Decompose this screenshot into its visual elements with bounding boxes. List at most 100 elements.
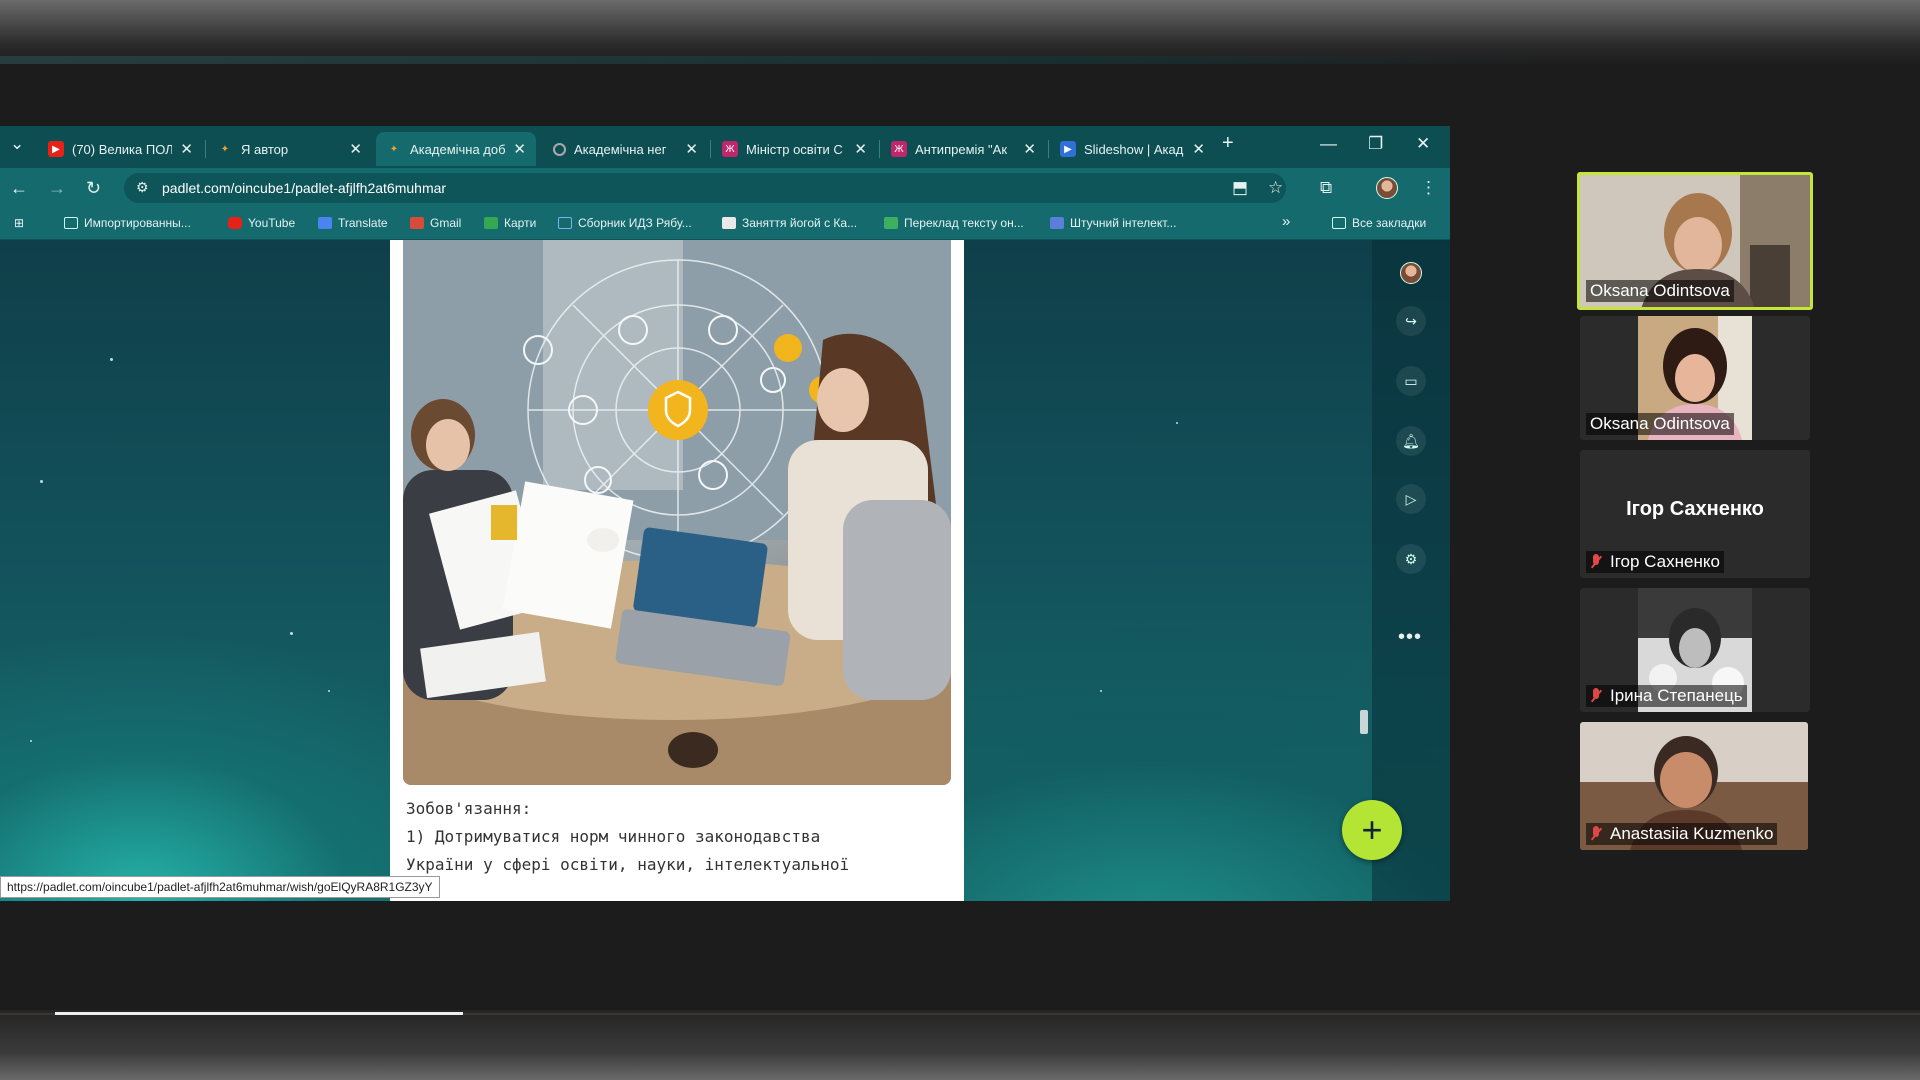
participant-tile[interactable]: Anastasiia Kuzmenko [1580,722,1808,850]
bookmark-label: Карти [504,216,537,230]
omnibox[interactable]: ⚙ padlet.com/oincube1/padlet-afjlfh2at6m… [124,173,1286,203]
all-bookmarks-label: Все закладки [1352,216,1427,230]
bookmark-maps[interactable]: Карти [484,216,536,230]
gmail-icon [410,217,424,229]
bottom-background [0,1010,1920,1080]
mk-icon: Ж [891,141,907,157]
screen: { "browser": { "tabs": [ {"title": "(70)… [0,0,1920,1080]
tab-bar: ⌄ ▶ (70) Велика ПОЛ ✕ ✦ Я автор ✕ ✦ Акад… [0,126,1450,168]
participant-tile-no-video[interactable]: Ігор Сахненко Ігор Сахненко [1580,450,1810,578]
user-avatar[interactable] [1400,262,1422,284]
bookmark-label: Сборник ИДЗ Рябу... [578,216,692,230]
play-icon: ▶ [1060,141,1076,157]
bookmark-star-icon[interactable]: ☆ [1268,178,1283,198]
muted-mic-icon [1590,688,1602,704]
bookmark-label: Штучний інтелект... [1070,216,1177,230]
minimize-icon[interactable]: — [1320,134,1337,154]
bookmark-ai[interactable]: Штучний інтелект... [1050,216,1176,230]
remake-icon[interactable]: ▭ [1396,366,1426,396]
bookmark-translate[interactable]: Translate [318,216,388,230]
name-label: Oksana Odintsova [1590,414,1730,433]
ai-icon [1050,217,1064,229]
more-options-icon[interactable]: ••• [1398,626,1422,649]
tab-1[interactable]: ✦ Я автор ✕ [207,132,372,166]
name-label: Ірина Степанець [1610,686,1743,705]
bookmark-collection[interactable]: Сборник ИДЗ Рябу... [558,216,692,230]
close-icon[interactable]: ✕ [1192,140,1205,158]
bookmark-label: Translate [338,216,388,230]
tab-search-icon[interactable]: ⌄ [10,134,24,154]
forward-icon[interactable]: → [48,178,66,199]
back-icon[interactable]: ← [10,178,28,199]
menu-icon[interactable]: ⋮ [1420,178,1437,198]
close-icon[interactable]: ✕ [1023,140,1036,158]
maps-icon [484,217,498,229]
star [290,632,293,635]
tab-3[interactable]: Академічна нег ✕ [543,132,708,166]
spark-icon: ✦ [389,143,399,155]
doc-icon [558,217,572,229]
close-icon[interactable]: ✕ [513,140,526,158]
folder-icon [1332,217,1346,229]
close-icon[interactable]: ✕ [180,140,193,158]
all-bookmarks[interactable]: Все закладки [1332,216,1426,230]
bookmark-translate-text[interactable]: Переклад тексту он... [884,216,1024,230]
settings-icon[interactable]: ⚙ [1396,544,1426,574]
grid-icon [884,217,898,229]
padlet-post-card[interactable]: Зобов'язання: 1) Дотримуватися норм чинно… [390,240,964,901]
tab-4[interactable]: Ж Міністр освіти С ✕ [712,132,877,166]
tab-2-active[interactable]: ✦ Академічна доб ✕ [376,132,536,166]
participant-tile[interactable]: Oksana Odintsova [1580,316,1810,440]
star [1176,422,1178,424]
participant-tile[interactable]: Ірина Степанець [1580,588,1810,712]
scrollbar-thumb[interactable] [1360,710,1368,734]
star [30,740,32,742]
tab-6[interactable]: ▶ Slideshow | Акад ✕ [1050,132,1215,166]
close-window-icon[interactable]: ✕ [1416,134,1430,154]
tab-divider [1048,140,1049,158]
bookmark-yoga[interactable]: Заняття йогой с Ка... [722,216,857,230]
bookmark-label: Gmail [430,216,462,230]
reload-icon[interactable]: ↻ [86,178,101,199]
add-post-button[interactable]: + [1342,800,1402,860]
slideshow-icon[interactable]: ▷ [1396,484,1426,514]
site-settings-icon[interactable]: ⚙ [136,179,149,196]
youtube-icon: ▶ [48,141,64,157]
tab-divider [205,140,206,158]
apps-icon[interactable]: ⊞ [14,216,24,230]
circle-icon [553,142,566,156]
more-bookmarks-icon[interactable]: » [1282,213,1290,230]
muted-mic-icon [1590,554,1602,570]
tab-0[interactable]: ▶ (70) Велика ПОЛ ✕ [38,132,203,166]
extensions-icon[interactable]: ⧉ [1320,178,1332,198]
bookmark-label: Импортированны... [84,216,191,230]
share-icon[interactable]: ↪ [1396,306,1426,336]
close-icon[interactable]: ✕ [349,140,362,158]
participant-display-name: Ігор Сахненко [1626,498,1764,520]
profile-avatar[interactable] [1376,177,1398,199]
participant-name: Oksana Odintsova [1586,280,1734,302]
tab-title: Антипремія "Ак [915,141,1008,157]
install-app-icon[interactable]: ⬒ [1232,178,1248,198]
name-label: Anastasiia Kuzmenko [1610,824,1774,843]
post-image [403,240,951,785]
participant-tile-speaking[interactable]: Oksana Odintsova [1577,172,1813,310]
star [1100,690,1102,692]
name-label: Ігор Сахненко [1610,552,1720,571]
new-tab-icon[interactable]: + [1222,132,1234,155]
bookmark-imported[interactable]: Импортированны... [64,216,191,230]
url-text[interactable]: padlet.com/oincube1/padlet-afjlfh2at6muh… [162,180,446,196]
timeline-progress[interactable] [55,1012,463,1015]
bell-icon[interactable]: 🔔︎ [1396,426,1426,456]
close-icon[interactable]: ✕ [854,140,867,158]
post-body[interactable]: Зобов'язання: 1) Дотримуватися норм чинно… [406,795,946,879]
tab-divider [879,140,880,158]
bookmark-gmail[interactable]: Gmail [410,216,461,230]
tab-divider [710,140,711,158]
close-icon[interactable]: ✕ [685,140,698,158]
tab-5[interactable]: Ж Антипремія "Ак ✕ [881,132,1046,166]
restore-icon[interactable]: ❐ [1368,134,1383,154]
mk-icon: Ж [722,141,738,157]
youtube-icon [228,217,242,229]
bookmark-youtube[interactable]: YouTube [228,216,295,230]
